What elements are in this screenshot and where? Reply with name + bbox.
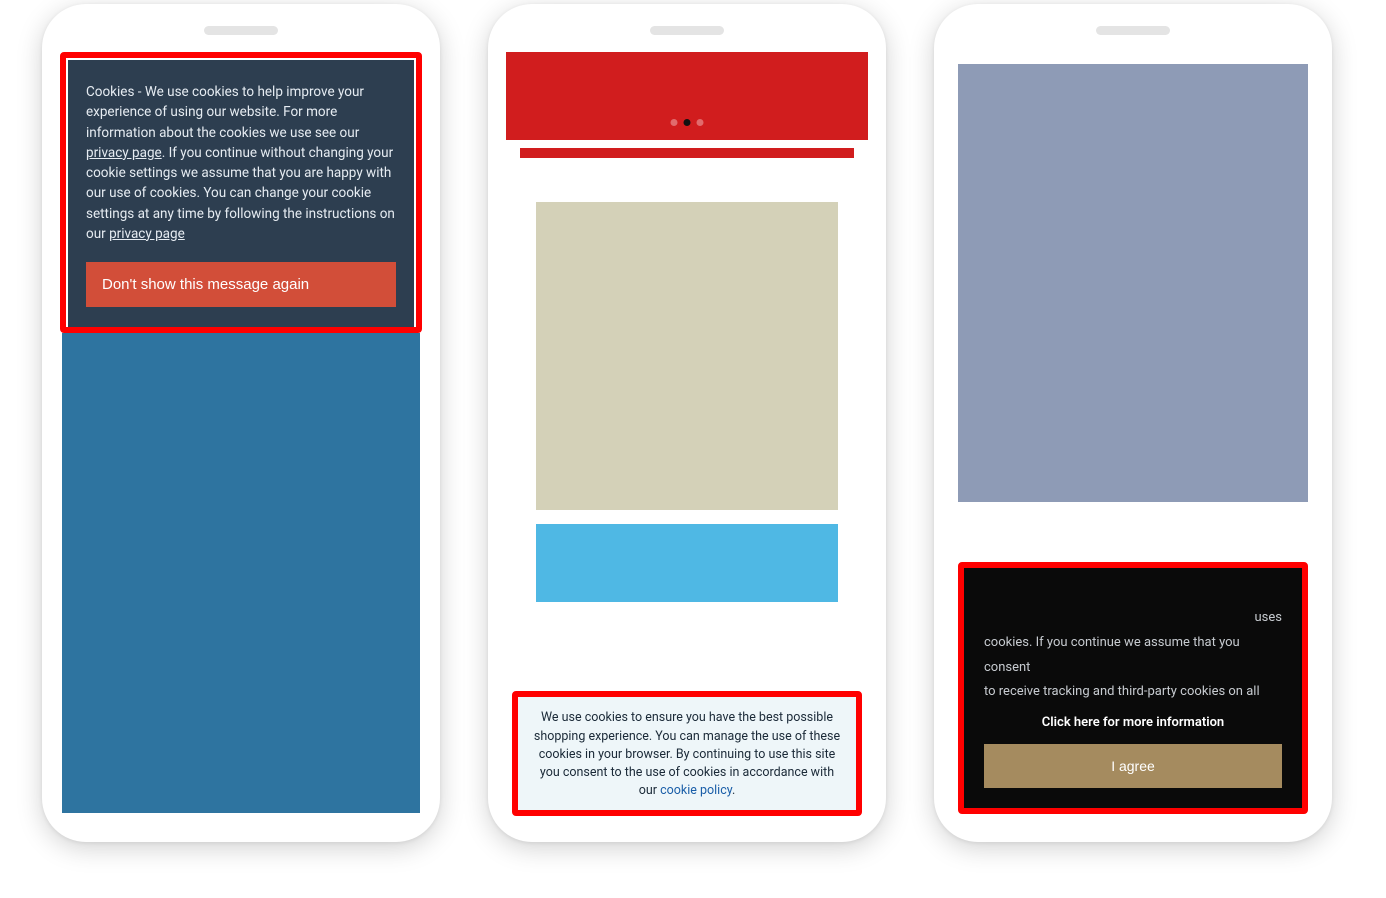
cookie-banner-text: uses cookies. If you continue we assume … bbox=[984, 606, 1282, 705]
phone-screen-1: Cookies - We use cookies to help improve… bbox=[60, 52, 422, 820]
phone-screen-3: uses cookies. If you continue we assume … bbox=[952, 52, 1314, 820]
page-hero-block-3 bbox=[958, 64, 1308, 502]
phone-row: Cookies - We use cookies to help improve… bbox=[0, 0, 1386, 842]
phone-screen-2: We use cookies to ensure you have the be… bbox=[506, 52, 868, 820]
carousel-dots bbox=[671, 119, 704, 126]
phone-speaker bbox=[204, 26, 278, 35]
cookie-policy-link[interactable]: cookie policy bbox=[660, 783, 732, 798]
cookie-banner-text: Cookies - We use cookies to help improve… bbox=[86, 84, 395, 242]
content-block-blue bbox=[536, 524, 838, 602]
cookie-banner-3: uses cookies. If you continue we assume … bbox=[984, 606, 1282, 788]
phone-mockup-1: Cookies - We use cookies to help improve… bbox=[42, 4, 440, 842]
cookie-banner-highlight-1: Cookies - We use cookies to help improve… bbox=[60, 52, 422, 333]
page-header-red bbox=[506, 52, 868, 140]
privacy-page-link-1[interactable]: privacy page bbox=[86, 145, 162, 161]
privacy-page-link-2[interactable]: privacy page bbox=[109, 226, 185, 242]
phone-mockup-3: uses cookies. If you continue we assume … bbox=[934, 4, 1332, 842]
carousel-dot[interactable] bbox=[671, 119, 678, 126]
cookie-banner-2: We use cookies to ensure you have the be… bbox=[518, 697, 856, 810]
cookie-banner-1: Cookies - We use cookies to help improve… bbox=[68, 60, 414, 327]
header-accent-strip bbox=[520, 148, 854, 158]
carousel-dot[interactable] bbox=[697, 119, 704, 126]
page-hero-block-1 bbox=[62, 333, 420, 813]
cookie-banner-highlight-2: We use cookies to ensure you have the be… bbox=[506, 691, 868, 816]
cookie-banner-text: We use cookies to ensure you have the be… bbox=[534, 710, 840, 798]
dismiss-cookie-button[interactable]: Don't show this message again bbox=[86, 262, 396, 307]
content-block-beige bbox=[536, 202, 838, 510]
more-information-link[interactable]: Click here for more information bbox=[984, 715, 1282, 730]
phone-speaker bbox=[650, 26, 724, 35]
phone-speaker bbox=[1096, 26, 1170, 35]
carousel-dot-active[interactable] bbox=[684, 119, 691, 126]
phone-mockup-2: We use cookies to ensure you have the be… bbox=[488, 4, 886, 842]
cookie-banner-highlight-3: uses cookies. If you continue we assume … bbox=[958, 562, 1308, 814]
i-agree-button[interactable]: I agree bbox=[984, 744, 1282, 788]
